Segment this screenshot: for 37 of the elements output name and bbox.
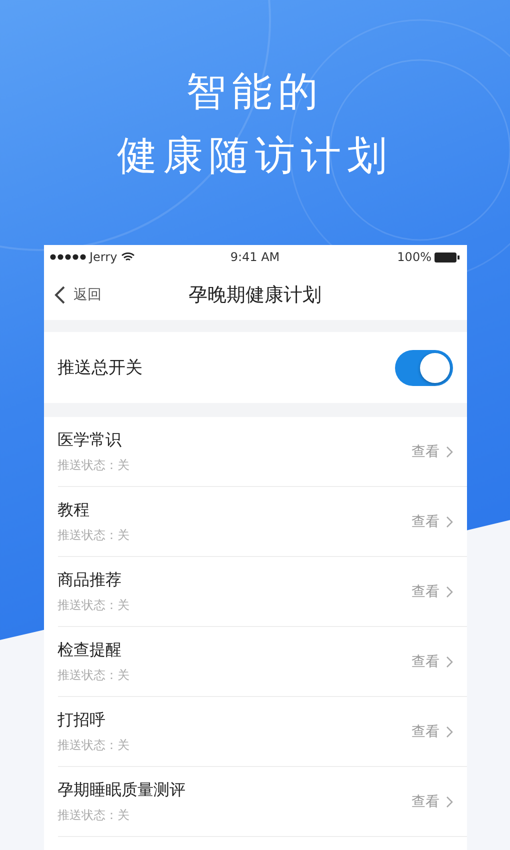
- view-link[interactable]: 查看: [412, 792, 452, 810]
- battery-percent: 100%: [397, 250, 432, 264]
- push-status: 推送状态：关: [58, 526, 130, 544]
- view-link[interactable]: 查看: [412, 652, 452, 670]
- chevron-icon: [446, 796, 452, 808]
- push-status: 推送状态：关: [58, 666, 130, 684]
- chevron-icon: [446, 516, 452, 528]
- push-status: 推送状态：关: [58, 456, 130, 474]
- toggle-switch[interactable]: [394, 350, 452, 386]
- chevron-icon: [446, 446, 452, 458]
- view-link[interactable]: 查看: [412, 512, 452, 530]
- item-title: 商品推荐: [58, 570, 122, 590]
- push-status: 推送状态：关: [58, 806, 130, 824]
- battery-icon: [434, 252, 460, 262]
- wifi-icon: [121, 252, 136, 262]
- item-title: 医学常识: [58, 430, 122, 450]
- view-link[interactable]: 查看: [412, 442, 452, 460]
- carrier-name: Jerry: [90, 250, 118, 264]
- status-time: 9:41 AM: [230, 250, 280, 264]
- headline: 智能的: [186, 68, 324, 117]
- chevron-icon: [446, 656, 452, 668]
- back-button[interactable]: 返回: [54, 284, 102, 304]
- view-link[interactable]: 查看: [412, 582, 452, 600]
- view-link[interactable]: 查看: [412, 722, 452, 740]
- chevron-icon: [446, 726, 452, 738]
- item-title: 教程: [58, 500, 90, 520]
- item-title: 打招呼: [58, 710, 106, 730]
- chevron-icon: [446, 586, 452, 598]
- signal-icon: [50, 254, 86, 260]
- item-title: 检查提醒: [58, 640, 122, 660]
- back-chevron-icon: [54, 284, 66, 304]
- switch-label: 推送总开关: [58, 357, 142, 379]
- page-title: 孕晚期健康计划: [188, 282, 322, 308]
- push-status: 推送状态：关: [58, 596, 130, 614]
- item-title: 孕期睡眠质量测评: [58, 780, 186, 800]
- headline: 健康随访计划: [117, 132, 393, 181]
- push-status: 推送状态：关: [58, 736, 130, 754]
